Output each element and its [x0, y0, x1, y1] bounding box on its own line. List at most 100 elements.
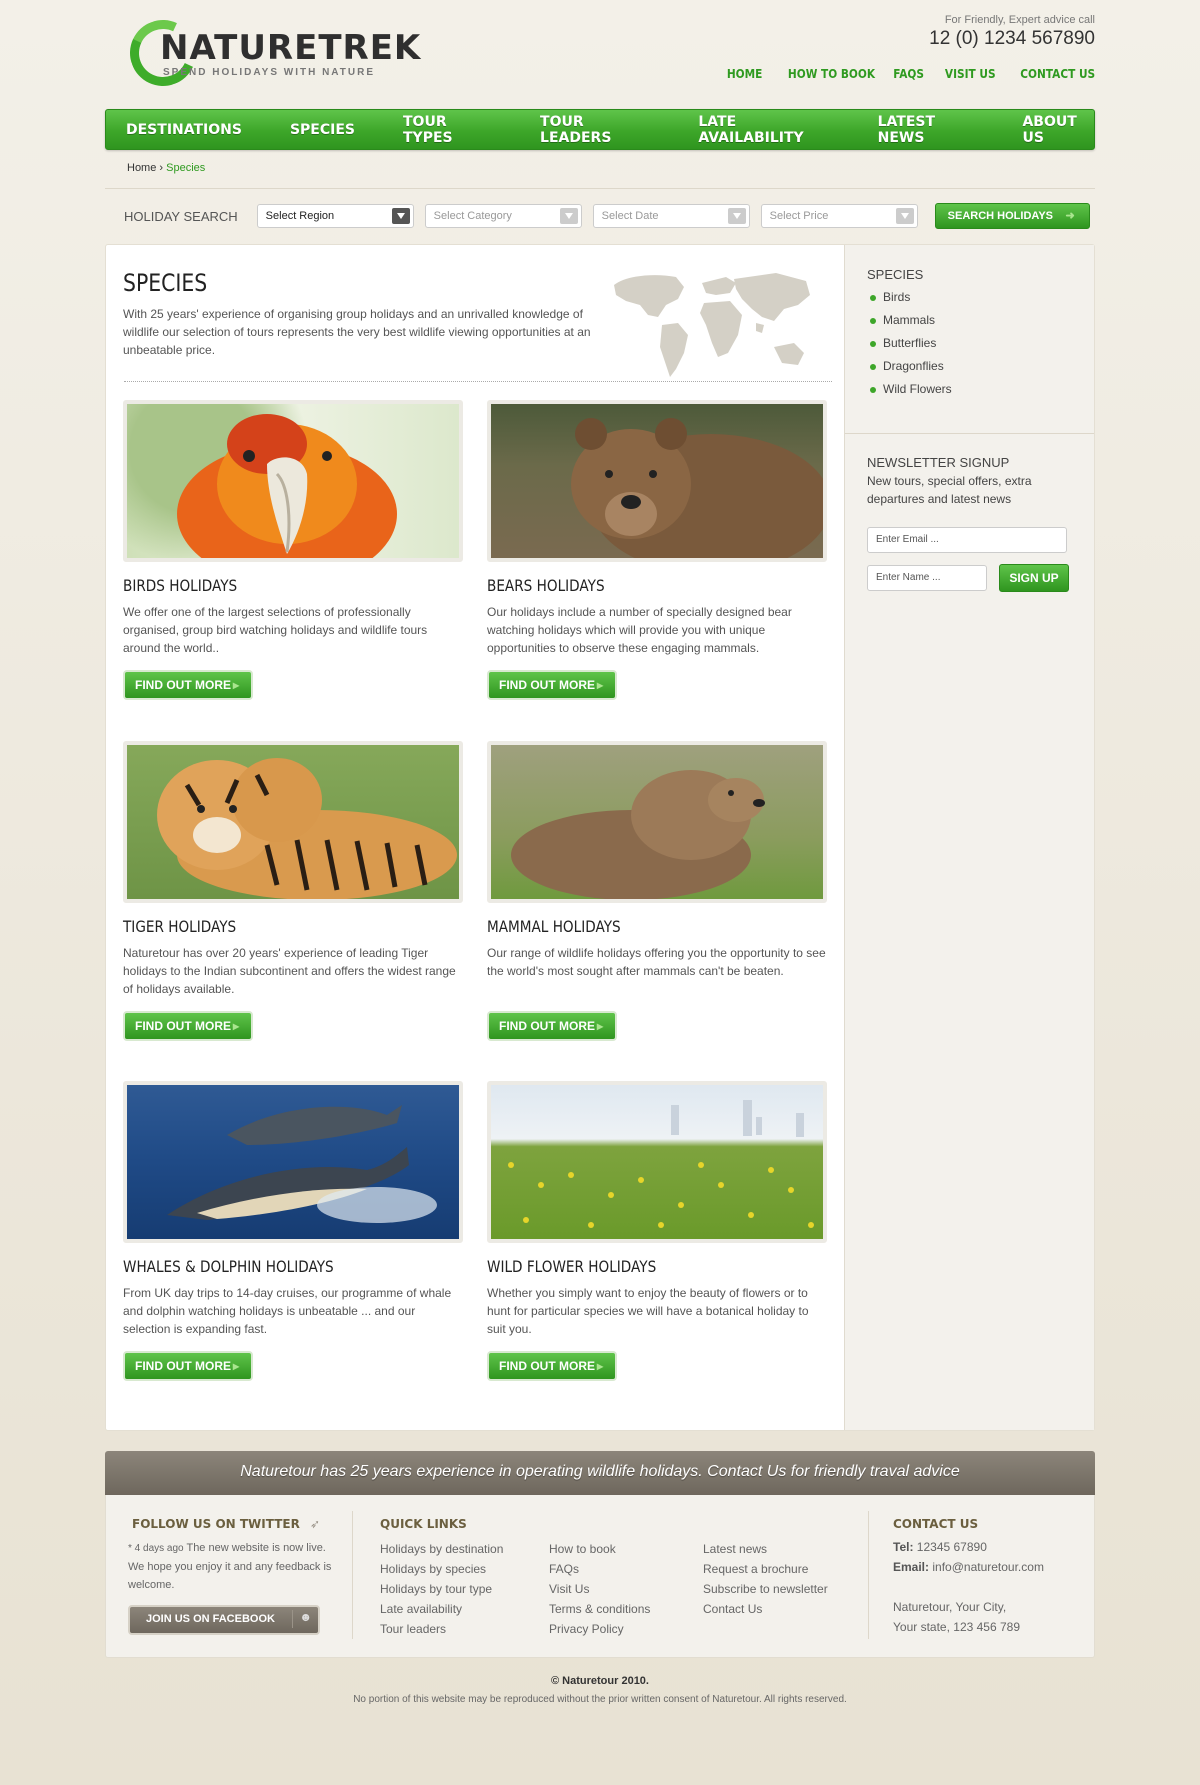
- link-latest-news[interactable]: Latest news: [703, 1539, 828, 1559]
- link-request-brochure[interactable]: Request a brochure: [703, 1559, 828, 1579]
- topnav-how-to-book[interactable]: HOW TO BOOK: [788, 67, 875, 81]
- contact-email: Email: info@naturetour.com: [893, 1557, 1044, 1577]
- link-holidays-by-species[interactable]: Holidays by species: [380, 1559, 503, 1579]
- join-facebook-label: JOIN US ON FACEBOOK: [146, 1613, 275, 1625]
- topnav-contact-us[interactable]: CONTACT US: [1020, 67, 1095, 81]
- find-out-more-button[interactable]: FIND OUT MORE: [487, 1011, 617, 1041]
- select-category[interactable]: Select Category: [424, 204, 582, 228]
- species-item-wild-flowers[interactable]: Wild Flowers: [867, 382, 952, 396]
- sidebar-divider: [845, 433, 1094, 434]
- footer-contact: CONTACT US Tel: 12345 67890 Email: info@…: [893, 1517, 1044, 1637]
- tel-value: 12345 67890: [916, 1540, 987, 1554]
- select-date[interactable]: Select Date: [592, 204, 750, 228]
- card-image-birds[interactable]: [123, 400, 463, 562]
- card-image-bears[interactable]: [487, 400, 827, 562]
- topnav-visit-us[interactable]: VISIT US: [945, 67, 996, 81]
- dolphin-illustration: [167, 1105, 437, 1223]
- twitter-title-text: FOLLOW US ON TWITTER: [132, 1517, 300, 1531]
- card-title: MAMMAL HOLIDAYS: [487, 917, 621, 936]
- tel-label: Tel:: [893, 1540, 914, 1554]
- find-out-more-button[interactable]: FIND OUT MORE: [123, 1011, 253, 1041]
- address-line-1: Naturetour, Your City,: [893, 1600, 1007, 1614]
- card-text: Our range of wildlife holidays offering …: [487, 946, 826, 978]
- select-category-value: Select Category: [433, 210, 512, 222]
- dotted-divider: [124, 381, 832, 382]
- link-tour-leaders[interactable]: Tour leaders: [380, 1619, 503, 1639]
- chevron-down-icon: [559, 208, 578, 224]
- topnav-faqs[interactable]: FAQS: [893, 67, 924, 81]
- holiday-search-label: HOLIDAY SEARCH: [124, 208, 238, 224]
- signup-button[interactable]: SIGN UP: [999, 564, 1069, 592]
- quick-links-col-1: Holidays by destination Holidays by spec…: [380, 1539, 503, 1639]
- page-title: SPECIES: [123, 269, 208, 297]
- species-item-birds[interactable]: Birds: [867, 290, 952, 304]
- species-item-mammals[interactable]: Mammals: [867, 313, 952, 327]
- otter-illustration: [511, 770, 765, 899]
- find-out-more-button[interactable]: FIND OUT MORE: [487, 1351, 617, 1381]
- card-image-mammal[interactable]: [487, 741, 827, 903]
- find-out-more-button[interactable]: FIND OUT MORE: [123, 1351, 253, 1381]
- card-title: BEARS HOLIDAYS: [487, 576, 605, 595]
- link-holidays-by-tour-type[interactable]: Holidays by tour type: [380, 1579, 503, 1599]
- nav-latest-news[interactable]: LATEST NEWS: [878, 114, 975, 146]
- search-holidays-button[interactable]: SEARCH HOLIDAYS: [934, 203, 1090, 229]
- card-image-tiger[interactable]: [123, 741, 463, 903]
- breadcrumb: Home › Species: [127, 162, 1117, 174]
- content-panel: SPECIES With 25 years' experience of org…: [105, 244, 1095, 1431]
- link-visit-us[interactable]: Visit Us: [549, 1579, 650, 1599]
- link-privacy-policy[interactable]: Privacy Policy: [549, 1619, 650, 1639]
- meadow-illustration: [508, 1100, 814, 1228]
- card-text: Our holidays include a number of special…: [487, 605, 792, 655]
- footer: FOLLOW US ON TWITTER ➶ * 4 days ago The …: [105, 1495, 1095, 1658]
- link-faqs[interactable]: FAQs: [549, 1559, 650, 1579]
- nav-about-us[interactable]: ABOUT US: [1022, 114, 1094, 146]
- newsletter-email-input[interactable]: Enter Email ...: [867, 527, 1067, 553]
- nav-tour-types[interactable]: TOUR TYPES: [403, 114, 490, 146]
- join-facebook-button[interactable]: JOIN US ON FACEBOOK ☻: [128, 1605, 320, 1635]
- logo-tagline: SPEND HOLIDAYS WITH NATURE: [163, 67, 376, 78]
- tweet-time: * 4 days ago: [128, 1543, 184, 1554]
- species-item-dragonflies[interactable]: Dragonflies: [867, 359, 952, 373]
- select-region[interactable]: Select Region: [256, 204, 414, 228]
- card-text: We offer one of the largest selections o…: [123, 605, 428, 655]
- card-image-whales[interactable]: [123, 1081, 463, 1243]
- nav-species[interactable]: SPECIES: [290, 122, 355, 138]
- select-price[interactable]: Select Price: [760, 204, 918, 228]
- link-terms[interactable]: Terms & conditions: [549, 1599, 650, 1619]
- intro-text: With 25 years' experience of organising …: [123, 307, 591, 357]
- footer-quick-links: QUICK LINKS: [380, 1517, 467, 1531]
- email-value[interactable]: info@naturetour.com: [932, 1560, 1044, 1574]
- find-out-more-button[interactable]: FIND OUT MORE: [123, 670, 253, 700]
- holiday-search-bar: HOLIDAY SEARCH Select Region Select Cate…: [105, 201, 1095, 231]
- footer-divider: [868, 1511, 869, 1639]
- link-late-availability[interactable]: Late availability: [380, 1599, 503, 1619]
- card-text: From UK day trips to 14-day cruises, our…: [123, 1286, 452, 1336]
- link-subscribe-newsletter[interactable]: Subscribe to newsletter: [703, 1579, 828, 1599]
- card-title: BIRDS HOLIDAYS: [123, 576, 238, 595]
- divider: [105, 188, 1095, 189]
- link-holidays-by-destination[interactable]: Holidays by destination: [380, 1539, 503, 1559]
- sidebar: SPECIES Birds Mammals Butterflies Dragon…: [844, 245, 1094, 1430]
- species-list: Birds Mammals Butterflies Dragonflies Wi…: [867, 290, 952, 396]
- link-contact-us[interactable]: Contact Us: [703, 1599, 828, 1619]
- species-item-butterflies[interactable]: Butterflies: [867, 336, 952, 350]
- twitter-title: FOLLOW US ON TWITTER ➶: [132, 1517, 332, 1531]
- card-image-wildflower[interactable]: [487, 1081, 827, 1243]
- tweet: * 4 days ago The new website is now live…: [128, 1539, 332, 1594]
- top-nav: HOME HOW TO BOOK FAQS VISIT US CONTACT U…: [722, 67, 1095, 81]
- nav-tour-leaders[interactable]: TOUR LEADERS: [540, 114, 646, 146]
- card-tiger: TIGER HOLIDAYS Naturetour has over 20 ye…: [123, 741, 463, 1041]
- link-how-to-book[interactable]: How to book: [549, 1539, 650, 1559]
- topnav-home[interactable]: HOME: [727, 67, 763, 81]
- nav-destinations[interactable]: DESTINATIONS: [126, 122, 242, 138]
- footer-divider: [352, 1511, 353, 1639]
- breadcrumb-home[interactable]: Home: [127, 162, 156, 174]
- newsletter-name-input[interactable]: Enter Name ...: [867, 565, 987, 591]
- card-birds: BIRDS HOLIDAYS We offer one of the large…: [123, 400, 463, 700]
- logo[interactable]: NATURETREK SPEND HOLIDAYS WITH NATURE: [120, 10, 420, 96]
- find-out-more-button[interactable]: FIND OUT MORE: [487, 670, 617, 700]
- chevron-down-icon: [727, 208, 746, 224]
- card-whales: WHALES & DOLPHIN HOLIDAYS From UK day tr…: [123, 1081, 463, 1381]
- nav-late-availability[interactable]: LATE AVAILABILITY: [698, 114, 829, 146]
- main-nav: DESTINATIONS SPECIES TOUR TYPES TOUR LEA…: [105, 109, 1095, 150]
